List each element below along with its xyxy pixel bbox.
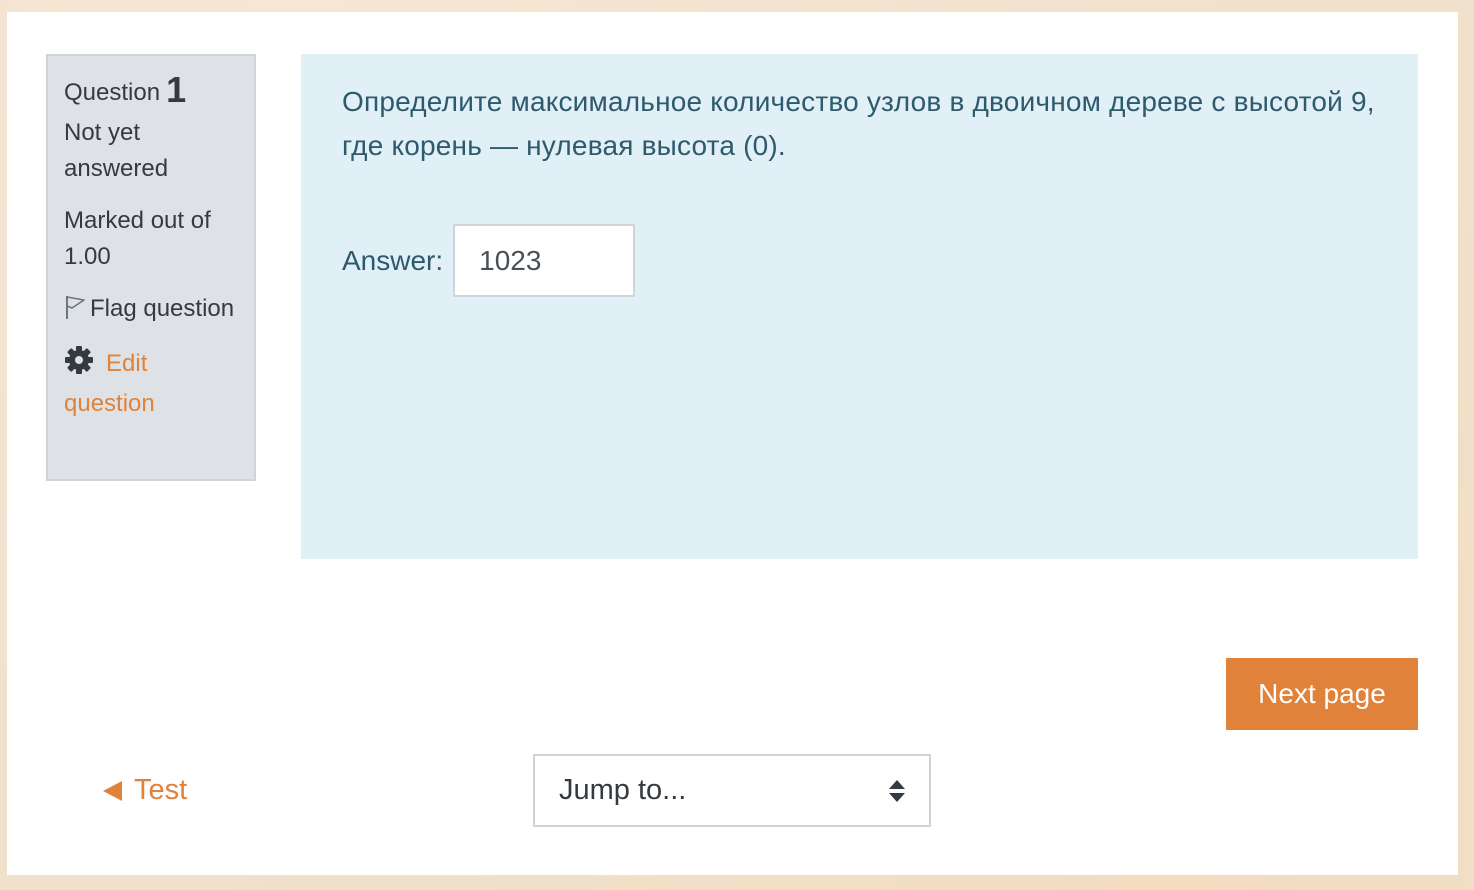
back-link-label[interactable]: Test (134, 774, 187, 807)
question-number: 1 (166, 69, 187, 110)
back-to-test-link[interactable]: Test (103, 774, 187, 807)
question-grade: Marked out of 1.00 (64, 207, 211, 270)
flag-question-label: Flag question (90, 295, 235, 322)
question-word: Question (64, 79, 161, 106)
jump-to-label: Jump to... (559, 774, 687, 806)
flag-icon[interactable] (64, 294, 86, 331)
question-text: Определите максимальное количество узлов… (342, 86, 1375, 161)
gear-icon (64, 345, 94, 386)
answer-input[interactable] (453, 224, 636, 297)
page-card: Question 1 Not yet answered Marked out of… (7, 12, 1458, 875)
answer-row: Answer: (342, 224, 1378, 297)
updown-icon (889, 779, 905, 802)
question-content: Определите максимальное количество узлов… (301, 54, 1418, 559)
edit-question-link[interactable]: Edit question (64, 345, 238, 422)
answer-label: Answer: (342, 244, 444, 276)
flag-question-toggle[interactable]: Flag question (64, 291, 238, 331)
next-page-button[interactable]: Next page (1226, 658, 1418, 730)
triangle-left-icon (103, 780, 122, 801)
question-status: Not yet answered (64, 119, 169, 182)
question-info-panel: Question 1 Not yet answered Marked out of… (46, 54, 256, 481)
question-heading: Question 1 (64, 72, 238, 111)
jump-to-select[interactable]: Jump to... (533, 754, 931, 827)
